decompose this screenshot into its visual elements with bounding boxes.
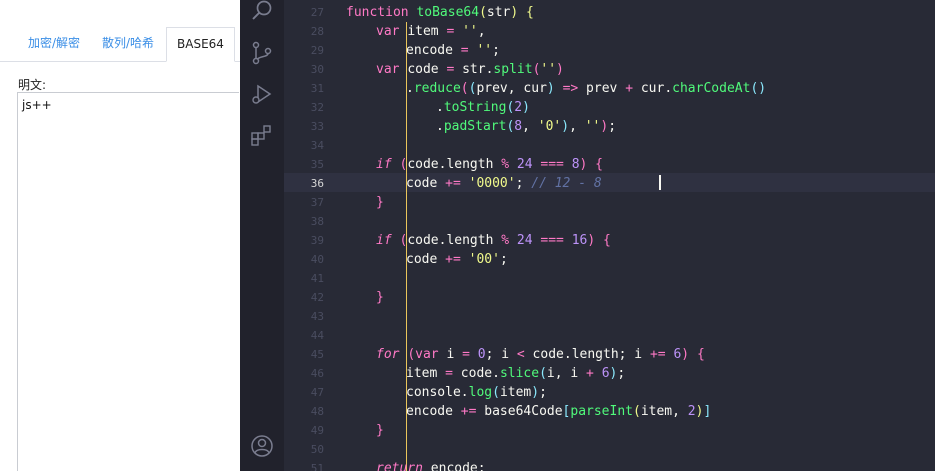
line-number: 29 [310, 44, 324, 57]
plaintext-label: 明文: [18, 78, 47, 92]
line-number-gutter: 27 28 29 30 31 32 33 34 35 36 37 38 39 40 41 42 43 44 45 46… [284, 0, 324, 471]
line-number: 43 [310, 310, 324, 323]
line-number: 48 [310, 405, 324, 418]
line-number: 36 [310, 177, 324, 190]
line-number: 31 [310, 82, 324, 95]
line-number: 45 [310, 348, 324, 361]
code-line: encode += base64Code[parseInt(item, 2)] [406, 404, 712, 419]
line-number: 46 [310, 367, 324, 380]
line-number: 44 [310, 329, 324, 342]
tab-encrypt-decrypt[interactable]: 加密/解密 [18, 27, 90, 60]
code-editor[interactable]: 27 28 29 30 31 32 33 34 35 36 37 38 39 40 41 42 43 44 45 46… [284, 0, 935, 471]
line-number: 39 [310, 234, 324, 247]
line-number: 33 [310, 120, 324, 133]
tab-bar: 加密/解密 散列/哈希 BASE64 [0, 27, 240, 62]
plaintext-input[interactable]: js++ [17, 92, 239, 471]
code-line: var item = '', [376, 24, 486, 39]
plaintext-value: js++ [22, 98, 52, 112]
source-control-icon[interactable] [250, 41, 274, 65]
line-number: 32 [310, 101, 324, 114]
code-line: .padStart(8, '0'), ''); [436, 119, 617, 134]
line-number: 49 [310, 424, 324, 437]
text-cursor [659, 175, 661, 190]
code-line: item = code.slice(i, i + 6); [406, 366, 626, 381]
code-line: function toBase64(str) { [346, 5, 534, 20]
code-line: encode = ''; [406, 43, 500, 58]
code-line: if (code.length % 24 === 16) { [376, 233, 611, 248]
line-number: 47 [310, 386, 324, 399]
code-line: if (code.length % 24 === 8) { [376, 157, 603, 172]
code-line: for (var i = 0; i < code.length; i += 6)… [376, 347, 705, 362]
code-line: code += '0000'; // 12 - 8 [406, 176, 602, 191]
line-number: 50 [310, 443, 324, 456]
line-number: 51 [310, 462, 324, 471]
code-line: code += '00'; [406, 252, 508, 267]
code-line: } [376, 195, 384, 210]
code-line: console.log(item); [406, 385, 547, 400]
line-number: 34 [310, 139, 324, 152]
activity-bar [240, 0, 284, 471]
code-line: } [376, 290, 384, 305]
code-line: } [376, 423, 384, 438]
line-number: 38 [310, 215, 324, 228]
code-line: return encode; [376, 461, 486, 471]
line-number: 35 [310, 158, 324, 171]
line-number: 40 [310, 253, 324, 266]
code-line: .reduce((prev, cur) => prev + cur.charCo… [406, 81, 767, 96]
extensions-icon[interactable] [250, 123, 274, 147]
code-area[interactable]: function toBase64(str) { var item = '', en… [346, 0, 935, 471]
account-icon[interactable] [250, 434, 274, 458]
line-number: 41 [310, 272, 324, 285]
code-line: var code = str.split('') [376, 62, 564, 77]
line-number: 28 [310, 25, 324, 38]
line-number: 27 [310, 6, 324, 19]
line-number: 30 [310, 63, 324, 76]
tab-base64[interactable]: BASE64 [166, 27, 235, 62]
crypto-tool-panel: 加密/解密 散列/哈希 BASE64 明文: js++ [0, 0, 240, 471]
line-number: 42 [310, 291, 324, 304]
search-icon[interactable] [250, 0, 274, 24]
tab-hash[interactable]: 散列/哈希 [92, 27, 164, 60]
run-debug-icon[interactable] [250, 82, 274, 106]
line-number: 37 [310, 196, 324, 209]
code-line: .toString(2) [436, 100, 530, 115]
